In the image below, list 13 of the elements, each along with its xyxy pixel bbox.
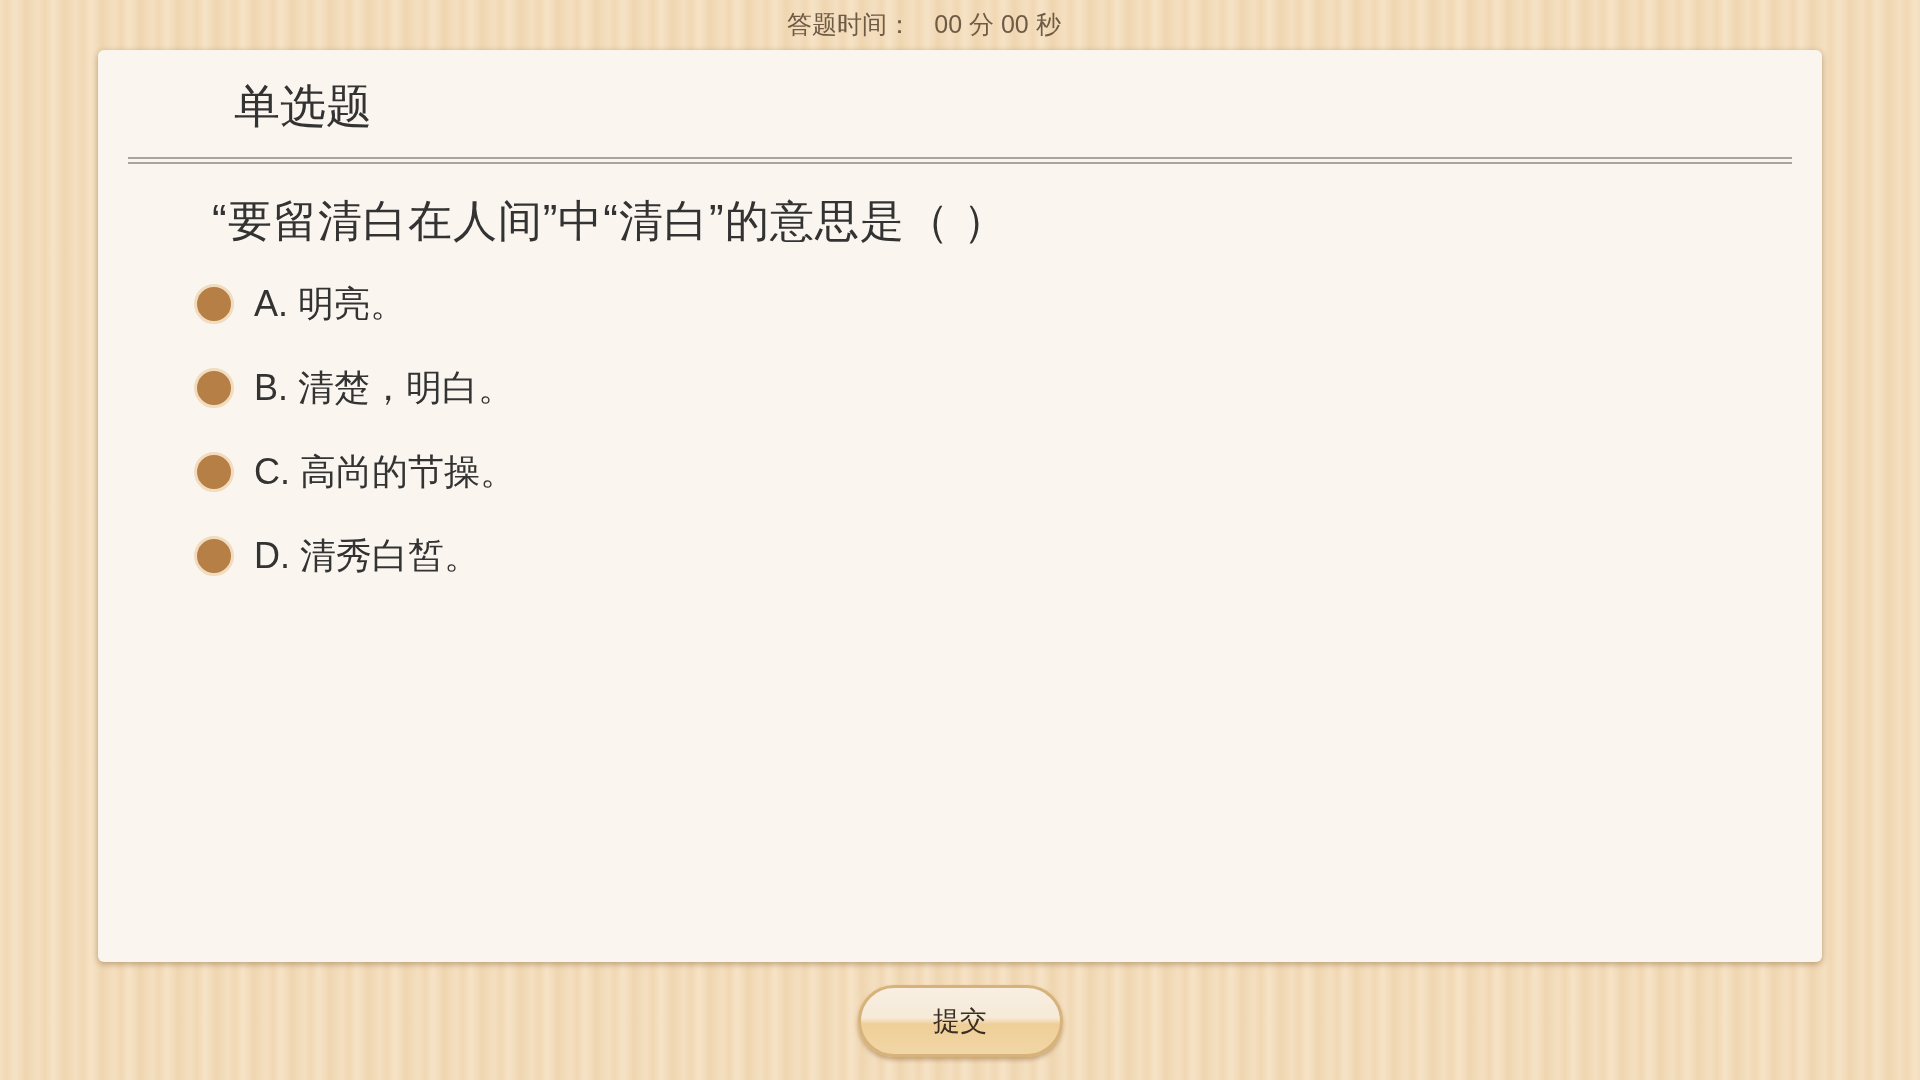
timer-value: 00 分 00 秒 xyxy=(934,9,1061,41)
question-text: “要留清白在人间”中“清白”的意思是（ ） xyxy=(212,196,1008,245)
radio-button[interactable] xyxy=(194,368,234,408)
timer-label: 答题时间： xyxy=(787,9,913,41)
submit-button[interactable]: 提交 xyxy=(857,985,1063,1057)
option-text: B. 清楚，明白。 xyxy=(254,368,514,408)
option-text: C. 高尚的节操。 xyxy=(254,452,516,492)
radio-button[interactable] xyxy=(194,536,234,576)
radio-button[interactable] xyxy=(194,284,234,324)
question-type-title: 单选题 xyxy=(234,79,372,134)
option-text: D. 清秀白皙。 xyxy=(254,536,480,576)
radio-button[interactable] xyxy=(194,452,234,492)
option-text: A. 明亮。 xyxy=(254,284,406,324)
